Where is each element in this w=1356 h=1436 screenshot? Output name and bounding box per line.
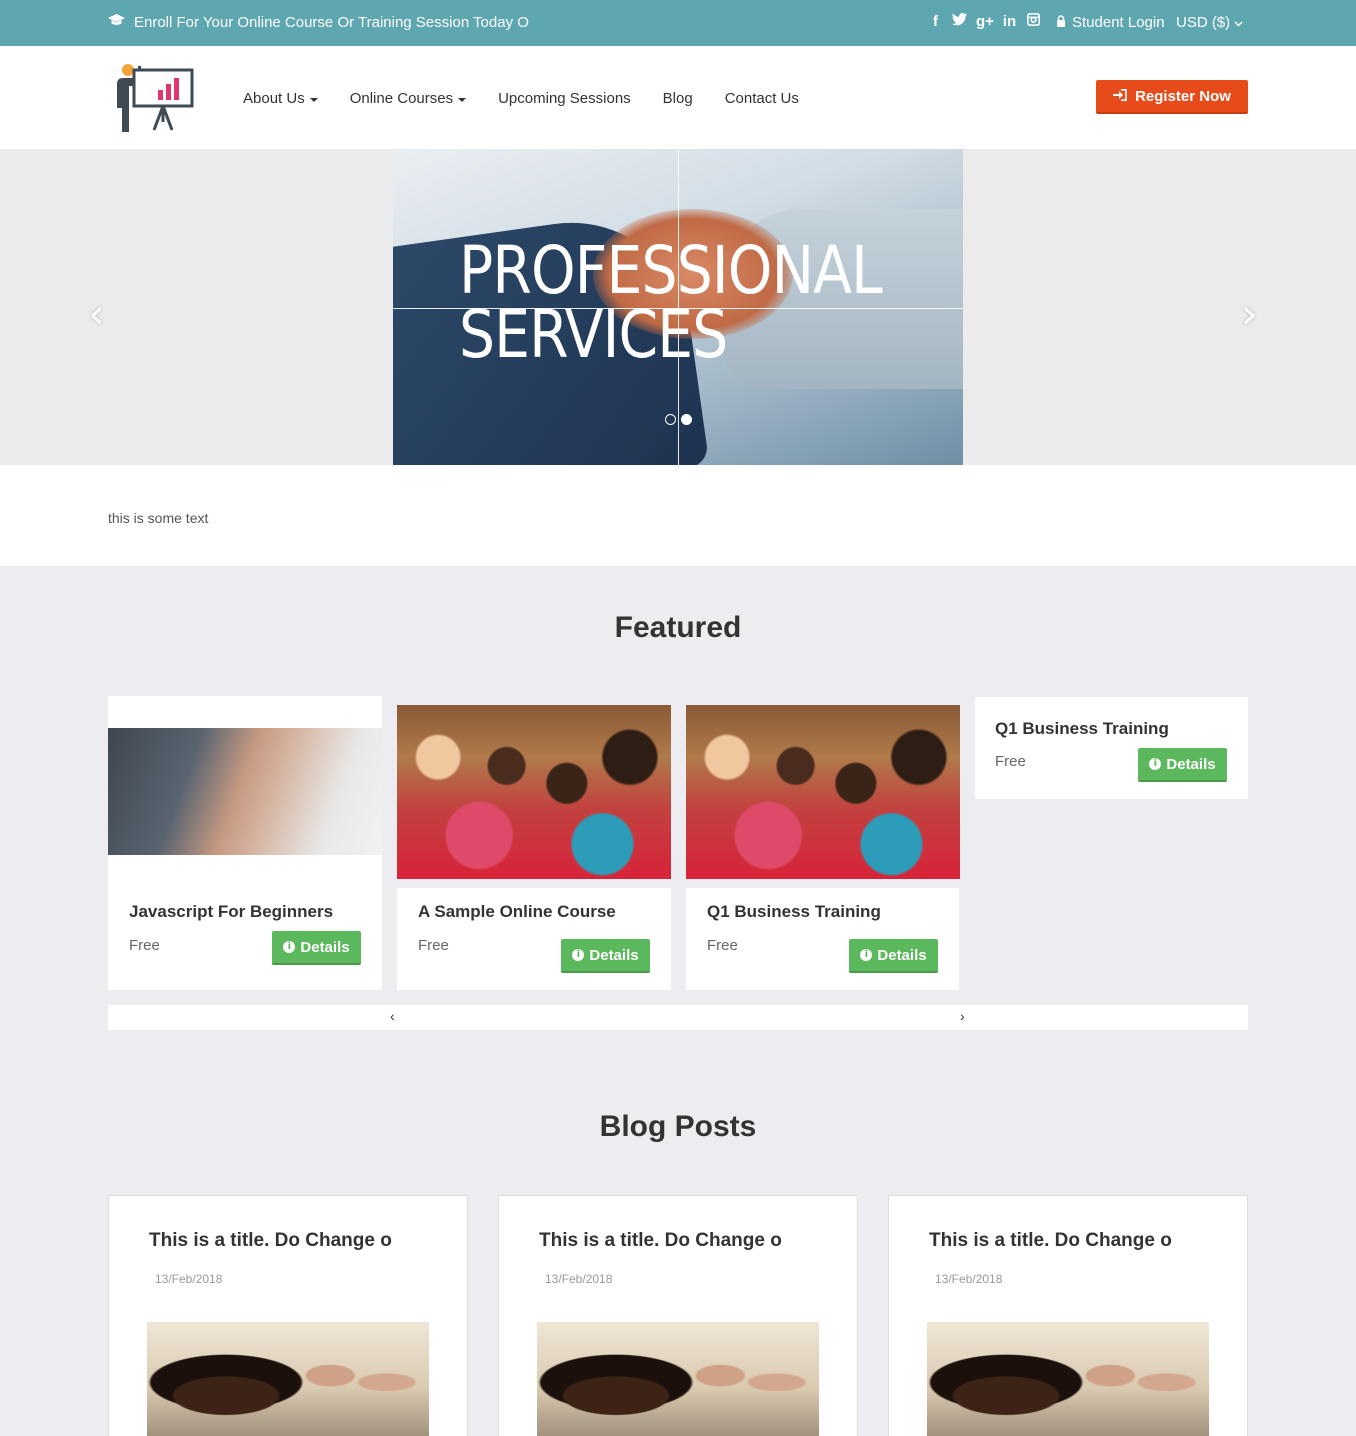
intro-section: this is some text — [0, 465, 1356, 566]
hero-title-line2: SERVICES — [459, 296, 728, 373]
nav-blog-label: Blog — [662, 90, 693, 107]
currency-label: USD ($) — [1176, 14, 1231, 31]
course-name[interactable]: A Sample Online Course — [418, 902, 616, 922]
course-card: Q1 Business Training Free i Details — [975, 697, 1248, 799]
top-bar: Enroll For Your Online Course Or Trainin… — [0, 0, 1356, 46]
announcement-text: Enroll For Your Online Course Or Trainin… — [134, 14, 529, 31]
details-label: Details — [589, 946, 639, 964]
intro-text: this is some text — [108, 510, 209, 526]
course-name[interactable]: Javascript For Beginners — [129, 902, 333, 922]
nav-upcoming-sessions-label: Upcoming Sessions — [498, 90, 631, 107]
caret-down-icon — [309, 97, 318, 102]
blog-post-date: 13/Feb/2018 — [155, 1272, 223, 1286]
hero-carousel: ‹ PROFESSIONAL SERVICES › — [0, 149, 1356, 465]
blog-post-date: 13/Feb/2018 — [935, 1272, 1003, 1286]
hero-title: PROFESSIONAL SERVICES — [459, 232, 883, 373]
hero-slide-image: PROFESSIONAL SERVICES — [393, 149, 963, 465]
graduation-cap-icon — [108, 14, 125, 31]
blog-post-date: 13/Feb/2018 — [545, 1272, 613, 1286]
course-name[interactable]: Q1 Business Training — [707, 902, 881, 922]
student-login-link[interactable]: Student Login — [1056, 14, 1165, 31]
blog-post-card: This is a title. Do Change o 13/Feb/2018 — [108, 1195, 468, 1436]
nav-contact-us[interactable]: Contact Us — [725, 90, 799, 107]
register-now-button[interactable]: Register Now — [1096, 80, 1248, 114]
carousel-dot-2[interactable] — [681, 414, 692, 425]
currency-selector[interactable]: USD ($) — [1176, 14, 1243, 31]
carousel-prev-arrow[interactable]: ‹ — [88, 289, 105, 338]
blog-post-image[interactable] — [927, 1322, 1209, 1436]
lock-icon — [1056, 14, 1066, 31]
chevron-down-icon — [1234, 14, 1243, 31]
main-nav: About Us Online Courses Upcoming Session… — [243, 90, 831, 107]
carousel-dot-1[interactable] — [665, 414, 676, 425]
details-label: Details — [877, 946, 927, 964]
blog-post-title[interactable]: This is a title. Do Change o — [539, 1230, 782, 1252]
course-meta: A Sample Online Course Free i Details — [397, 888, 671, 990]
linkedin-icon[interactable]: in — [1002, 13, 1017, 30]
google-plus-icon[interactable]: g+ — [976, 13, 994, 30]
twitter-icon[interactable] — [952, 13, 967, 30]
course-card: A Sample Online Course Free i Details — [397, 705, 671, 990]
course-image-handshake[interactable] — [108, 728, 382, 855]
course-price: Free — [707, 937, 738, 954]
hero-title-line1: PROFESSIONAL — [459, 232, 883, 309]
course-card: Q1 Business Training Free i Details — [686, 705, 960, 990]
course-image-children-classroom[interactable] — [686, 705, 960, 879]
course-meta: Q1 Business Training Free i Details — [686, 888, 959, 990]
details-label: Details — [1166, 755, 1216, 773]
student-login-label: Student Login — [1072, 14, 1165, 31]
facebook-icon[interactable]: f — [928, 13, 943, 30]
info-icon: i — [283, 941, 296, 953]
carousel-indicators — [665, 414, 692, 425]
info-icon: i — [860, 949, 873, 961]
details-button[interactable]: i Details — [849, 939, 938, 973]
details-button[interactable]: i Details — [561, 939, 650, 973]
info-icon: i — [1149, 758, 1162, 770]
details-label: Details — [300, 938, 350, 956]
nav-about-us-label: About Us — [243, 90, 305, 107]
featured-next-button[interactable]: › — [960, 1008, 965, 1024]
course-meta: Javascript For Beginners Free i Details — [108, 888, 382, 990]
nav-contact-us-label: Contact Us — [724, 90, 799, 107]
carousel-next-arrow[interactable]: › — [1241, 289, 1258, 338]
blog-post-card: This is a title. Do Change o 13/Feb/2018 — [888, 1195, 1248, 1436]
blog-post-image[interactable] — [147, 1322, 429, 1436]
main-header: About Us Online Courses Upcoming Session… — [0, 46, 1356, 149]
nav-online-courses[interactable]: Online Courses — [349, 90, 467, 107]
social-links: f g+ in — [928, 13, 1041, 30]
blog-post-title[interactable]: This is a title. Do Change o — [149, 1230, 392, 1252]
nav-online-courses-label: Online Courses — [349, 90, 454, 107]
caret-down-icon — [458, 97, 467, 102]
sign-in-icon — [1113, 88, 1127, 105]
course-price: Free — [129, 937, 160, 954]
nav-about-us[interactable]: About Us — [243, 90, 318, 107]
details-button[interactable]: i Details — [272, 931, 361, 965]
details-button[interactable]: i Details — [1138, 748, 1227, 782]
site-logo[interactable] — [112, 60, 194, 134]
course-card: Javascript For Beginners Free i Details — [108, 696, 382, 990]
blog-heading: Blog Posts — [599, 1110, 757, 1143]
course-price: Free — [995, 753, 1026, 770]
info-icon: i — [572, 949, 585, 961]
nav-blog[interactable]: Blog — [663, 90, 693, 107]
course-name[interactable]: Q1 Business Training — [995, 719, 1169, 739]
featured-pager: ‹ › — [108, 1005, 1248, 1030]
instagram-icon[interactable] — [1026, 13, 1041, 30]
featured-heading: Featured — [614, 611, 742, 644]
blog-post-image[interactable] — [537, 1322, 819, 1436]
blog-post-title[interactable]: This is a title. Do Change o — [929, 1230, 1172, 1252]
course-image-children-classroom[interactable] — [397, 705, 671, 879]
blog-post-card: This is a title. Do Change o 13/Feb/2018 — [498, 1195, 858, 1436]
featured-prev-button[interactable]: ‹ — [390, 1008, 395, 1024]
course-price: Free — [418, 937, 449, 954]
register-now-label: Register Now — [1135, 87, 1231, 105]
nav-upcoming-sessions[interactable]: Upcoming Sessions — [498, 90, 631, 107]
announcement: Enroll For Your Online Course Or Trainin… — [108, 14, 529, 31]
